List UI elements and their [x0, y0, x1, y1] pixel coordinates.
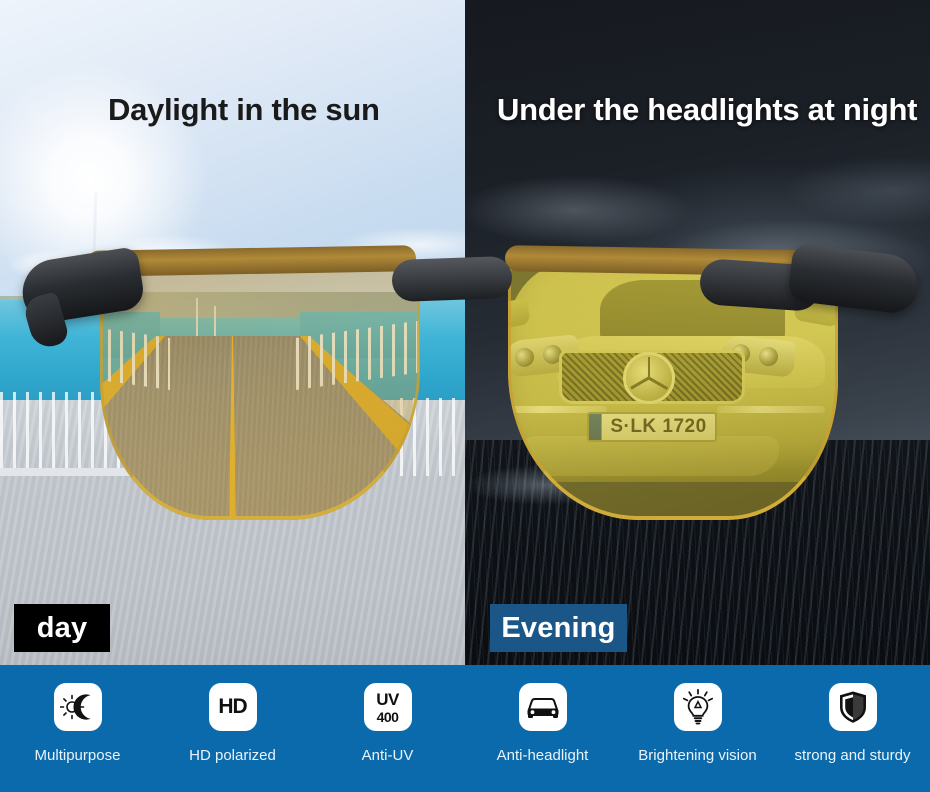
- hero-split-comparison: S·LK 1720 Daylight in the sun Under the …: [0, 0, 930, 665]
- license-plate-number: S·LK 1720: [610, 416, 707, 437]
- feature-strong-sturdy: strong and sturdy: [775, 683, 930, 764]
- feature-anti-headlight: Anti-headlight: [465, 683, 620, 764]
- uv400-icon: UV 400: [363, 683, 412, 731]
- road-lamp-post-2: [214, 306, 216, 336]
- feature-anti-uv: UV 400 Anti-UV: [310, 683, 465, 764]
- sun-moon-icon: [53, 683, 102, 731]
- uv-icon-text-top: UV: [376, 689, 399, 709]
- badge-day: day: [14, 604, 110, 652]
- feature-label: Anti-UV: [361, 747, 414, 764]
- road-lamp-post-1: [196, 298, 198, 336]
- uv-icon-text-bottom: 400: [376, 708, 399, 725]
- feature-list: Multipurpose HD HD polarized UV 400 Anti…: [0, 665, 930, 792]
- heading-day: Daylight in the sun: [108, 92, 380, 127]
- lens-left-scene-road: [100, 260, 420, 520]
- license-plate-eu-strip: [589, 414, 602, 440]
- lens-left: [100, 260, 420, 520]
- license-plate: S·LK 1720: [587, 412, 717, 442]
- car-drl-right: [717, 406, 825, 413]
- heading-night: Under the headlights at night: [497, 92, 918, 127]
- feature-label: HD polarized: [189, 747, 276, 764]
- car-icon: [518, 683, 567, 731]
- shield-icon: [828, 683, 877, 731]
- product-banner: S·LK 1720 Daylight in the sun Under the …: [0, 0, 930, 792]
- feature-label: Multipurpose: [34, 747, 121, 764]
- badge-evening: Evening: [490, 604, 627, 652]
- feature-hd-polarized: HD HD polarized: [155, 683, 310, 764]
- hd-icon-text: HD: [218, 695, 247, 718]
- car-bumper: [523, 436, 779, 476]
- badge-day-label: day: [36, 611, 88, 644]
- feature-label: Brightening vision: [638, 747, 757, 764]
- feature-label: strong and sturdy: [794, 747, 911, 764]
- feature-bar: Multipurpose HD HD polarized UV 400 Anti…: [0, 665, 930, 792]
- frame-bridge-center: [391, 255, 513, 303]
- feature-label: Anti-headlight: [496, 747, 589, 764]
- badge-evening-label: Evening: [501, 611, 616, 644]
- sunglasses-overlay: S·LK 1720: [0, 240, 930, 570]
- feature-multipurpose: Multipurpose: [0, 683, 155, 764]
- mercedes-star-icon: [623, 352, 675, 404]
- lightbulb-icon: [673, 683, 722, 731]
- hd-icon: HD: [208, 683, 257, 731]
- feature-brightening-vision: Brightening vision: [620, 683, 775, 764]
